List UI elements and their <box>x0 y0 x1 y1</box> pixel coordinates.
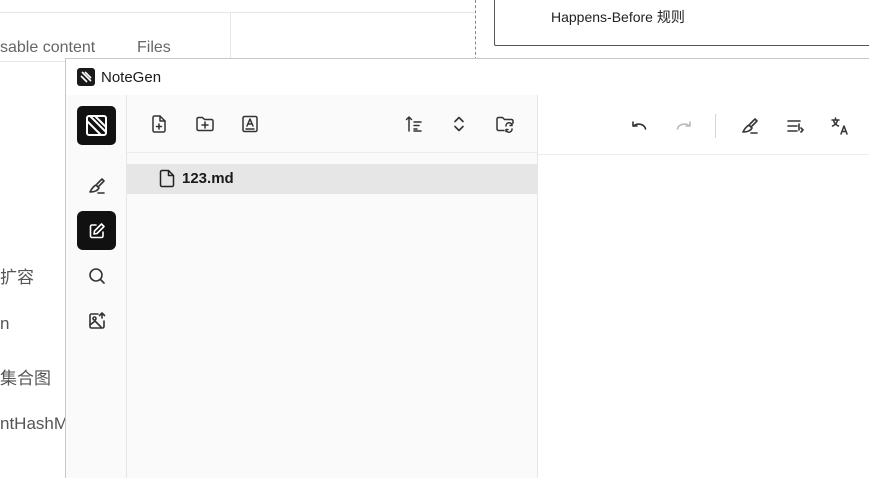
activity-rail <box>66 95 127 478</box>
search-icon[interactable] <box>77 256 116 295</box>
background-list-item[interactable]: 扩容 <box>0 263 34 288</box>
expand-collapse-icon[interactable] <box>447 112 471 136</box>
background-list-item[interactable]: ntHashM <box>0 414 68 434</box>
file-toolbar <box>127 95 537 153</box>
background-tab-usable-content[interactable]: sable content <box>0 39 95 57</box>
app-logo-icon[interactable] <box>77 106 116 145</box>
window-title: NoteGen <box>101 69 162 86</box>
editor-pane[interactable] <box>538 95 869 478</box>
file-name: 123.md <box>182 170 234 187</box>
highlight-icon[interactable] <box>738 114 762 138</box>
background-list-item[interactable]: 集合图 <box>0 364 51 389</box>
new-file-icon[interactable] <box>147 112 171 136</box>
notegen-window: NoteGen 123.md <box>65 58 869 478</box>
file-item[interactable]: 123.md <box>127 164 537 194</box>
undo-icon[interactable] <box>627 114 651 138</box>
background-tab-files[interactable]: Files <box>137 39 171 57</box>
redo-icon[interactable] <box>672 114 696 138</box>
folder-sync-icon[interactable] <box>493 112 517 136</box>
background-sketch-text: Happens-Before 规则 <box>551 9 685 25</box>
window-titlebar[interactable]: NoteGen <box>66 59 869 95</box>
sort-icon[interactable] <box>402 112 426 136</box>
template-icon[interactable] <box>238 112 262 136</box>
background-tab-bar: sable content Files <box>0 12 231 62</box>
edit-icon[interactable] <box>77 211 116 250</box>
new-folder-icon[interactable] <box>193 112 217 136</box>
app-logo-icon <box>77 68 95 86</box>
image-upload-icon[interactable] <box>77 301 116 340</box>
continue-writing-icon[interactable] <box>783 114 807 138</box>
background-list-item[interactable]: n <box>0 314 9 334</box>
background-dashed-line <box>475 0 476 60</box>
brush-icon[interactable] <box>77 166 116 205</box>
translate-icon[interactable] <box>828 114 852 138</box>
editor-toolbar <box>538 95 869 155</box>
file-icon <box>159 169 175 188</box>
file-panel: 123.md <box>127 95 538 478</box>
toolbar-separator <box>715 114 716 138</box>
